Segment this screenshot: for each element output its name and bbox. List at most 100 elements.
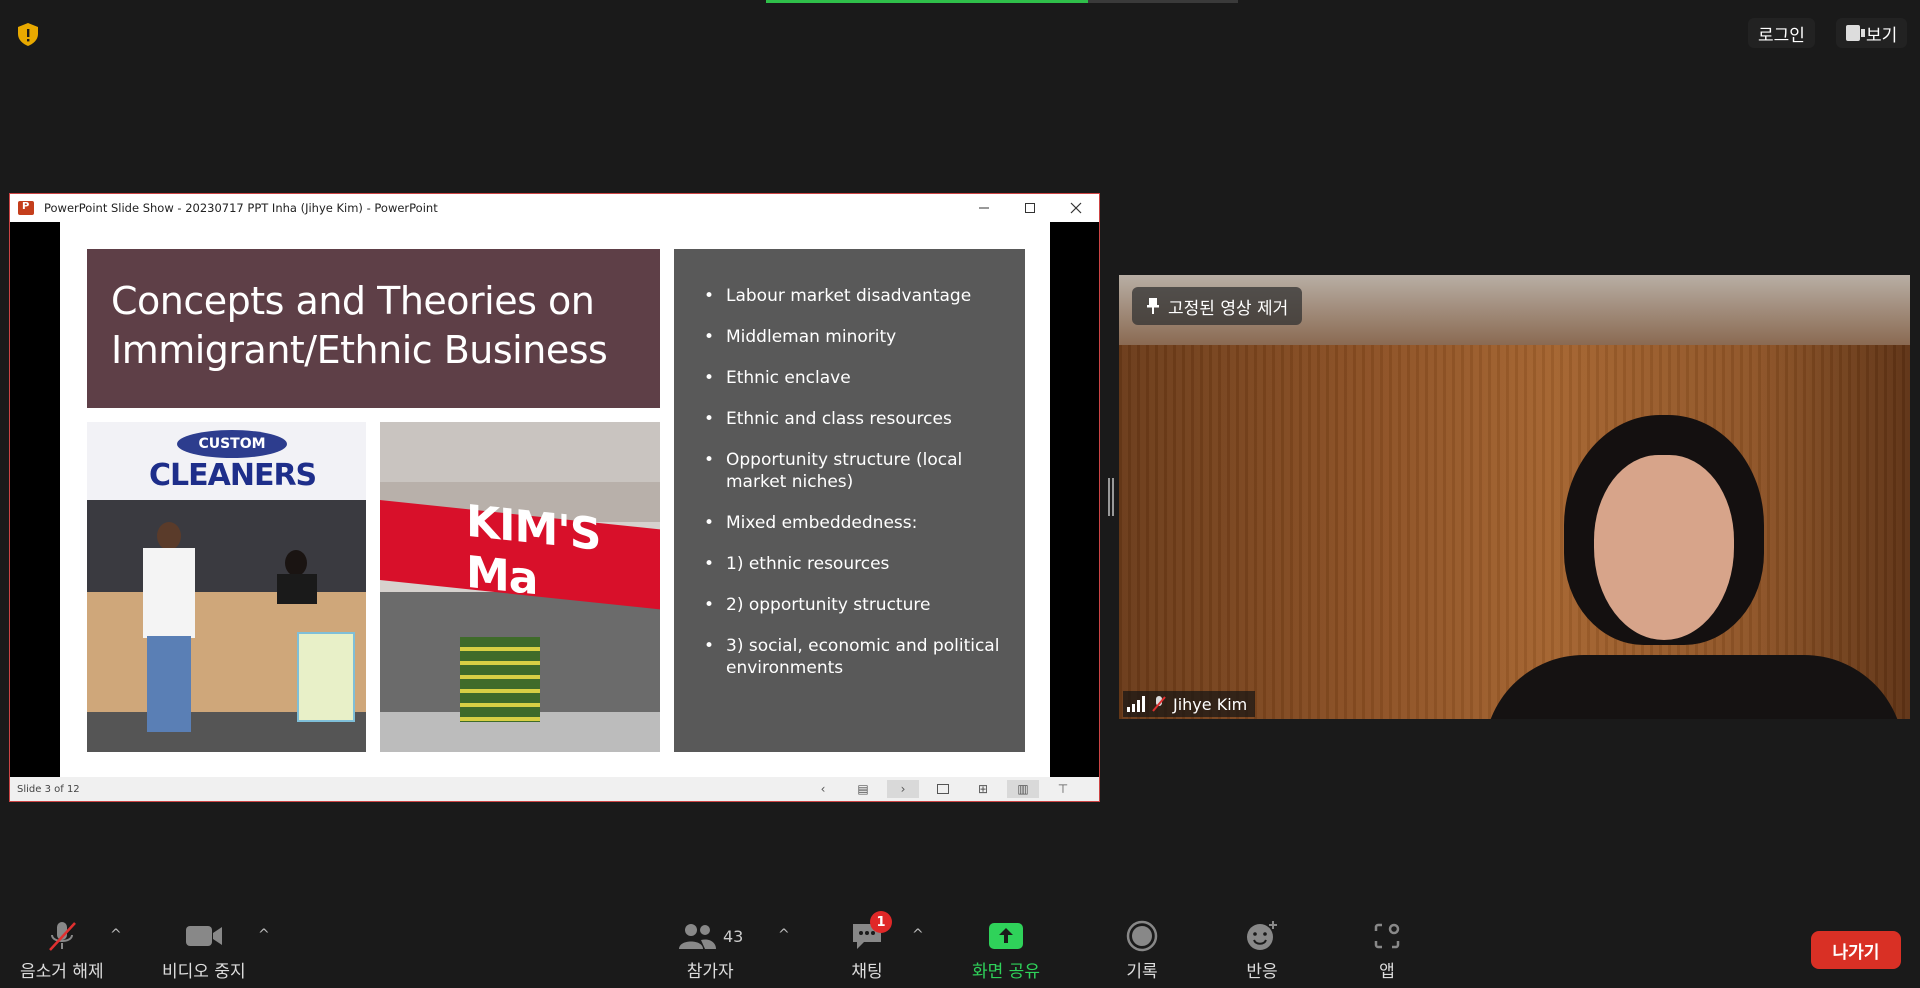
cleaners-brand-text: CLEANERS bbox=[149, 458, 317, 493]
unmute-label: 음소거 해제 bbox=[20, 962, 104, 982]
bullet-item: 2) opportunity structure bbox=[696, 594, 1005, 616]
bullet-item: Middleman minority bbox=[696, 326, 1005, 348]
slide-menu-button[interactable]: ▤ bbox=[847, 780, 879, 798]
market-name-text: KIM'S Ma bbox=[466, 495, 601, 606]
grid-icon: ⊞ bbox=[977, 782, 989, 796]
stop-video-button[interactable]: 비디오 중지 bbox=[162, 915, 246, 982]
chat-label: 채팅 bbox=[851, 962, 883, 982]
counter-poster bbox=[297, 632, 355, 722]
maximize-icon bbox=[1025, 203, 1035, 213]
stop-video-label: 비디오 중지 bbox=[162, 962, 246, 982]
slideshow-nav-controls: ‹ ▤ › ⊞ ▥ ⊤ bbox=[807, 780, 1079, 798]
bullet-item: Mixed embeddedness: bbox=[696, 512, 1005, 534]
participant-video-tile[interactable]: 고정된 영상 제거 Jihye Kim bbox=[1119, 275, 1910, 719]
view-button[interactable]: 보기 bbox=[1836, 18, 1908, 48]
participant-name: Jihye Kim bbox=[1173, 694, 1248, 714]
participant-name-tag: Jihye Kim bbox=[1123, 691, 1256, 717]
unmute-button[interactable]: 음소거 해제 bbox=[20, 915, 104, 982]
maximize-button[interactable] bbox=[1007, 194, 1053, 222]
ppt-status-bar: Slide 3 of 12 ‹ ▤ › ⊞ ▥ ⊤ bbox=[10, 777, 1099, 801]
presenter-icon: ⊤ bbox=[1057, 782, 1069, 796]
ppt-titlebar[interactable]: PowerPoint Slide Show - 20230717 PPT Inh… bbox=[10, 194, 1099, 222]
reading-view-icon: ▥ bbox=[1017, 782, 1029, 796]
reading-view-button[interactable]: ▥ bbox=[1007, 780, 1039, 798]
window-controls bbox=[961, 194, 1099, 222]
apps-label: 앱 bbox=[1379, 962, 1395, 982]
pin-icon bbox=[1147, 298, 1159, 314]
security-shield-icon[interactable] bbox=[14, 20, 42, 48]
chat-button[interactable]: 1 채팅 bbox=[850, 911, 892, 982]
remove-pinned-video-label: 고정된 영상 제거 bbox=[1168, 298, 1289, 319]
reaction-smiley-icon bbox=[1247, 921, 1277, 950]
close-icon bbox=[1070, 202, 1082, 214]
participants-button[interactable]: 43 참가자 bbox=[677, 915, 743, 982]
zoom-meeting-window: 로그인 보기 PowerPoint Slide Show - 20230717 … bbox=[0, 0, 1920, 988]
chat-options-caret-icon[interactable]: ^ bbox=[912, 927, 924, 943]
muted-mic-icon bbox=[1152, 696, 1166, 712]
bullet-item: 1) ethnic resources bbox=[696, 553, 1005, 575]
sharing-indicator-bar bbox=[766, 0, 1088, 3]
next-slide-button[interactable]: › bbox=[887, 780, 919, 798]
apps-button[interactable]: 앱 bbox=[1372, 915, 1402, 982]
slideshow-view-button[interactable]: ⊤ bbox=[1047, 780, 1079, 798]
audio-options-caret-icon[interactable]: ^ bbox=[110, 927, 122, 943]
slide-title: Concepts and Theories on Immigrant/Ethni… bbox=[111, 279, 608, 372]
slide-title-box: Concepts and Theories on Immigrant/Ethni… bbox=[87, 249, 660, 408]
chevron-left-icon: ‹ bbox=[820, 782, 826, 796]
chat-unread-badge: 1 bbox=[870, 911, 892, 933]
leave-label: 나가기 bbox=[1832, 942, 1880, 963]
leave-meeting-button[interactable]: 나가기 bbox=[1811, 931, 1901, 969]
previous-slide-button[interactable]: ‹ bbox=[807, 780, 839, 798]
video-options-caret-icon[interactable]: ^ bbox=[258, 927, 270, 943]
signal-strength-icon bbox=[1127, 696, 1145, 712]
normal-view-button[interactable] bbox=[927, 780, 959, 798]
minimize-icon bbox=[979, 207, 989, 209]
video-camera-icon bbox=[185, 926, 222, 946]
share-screen-icon bbox=[988, 923, 1023, 949]
custom-oval-text: CUSTOM bbox=[177, 430, 287, 458]
powerpoint-logo-icon bbox=[18, 201, 34, 215]
view-layout-icon bbox=[1846, 25, 1865, 41]
participants-options-caret-icon[interactable]: ^ bbox=[778, 927, 790, 943]
participants-icon bbox=[679, 924, 716, 949]
panel-resize-handle[interactable] bbox=[1108, 478, 1114, 516]
normal-view-icon bbox=[937, 784, 949, 794]
reactions-label: 반응 bbox=[1246, 962, 1278, 982]
bullet-item: Opportunity structure (local market nich… bbox=[696, 449, 1005, 493]
notes-icon: ▤ bbox=[857, 782, 869, 796]
owner-figure bbox=[277, 550, 317, 604]
participant-figure bbox=[1484, 415, 1904, 719]
plant-rack bbox=[460, 637, 540, 722]
bullet-list: Labour market disadvantage Middleman min… bbox=[696, 285, 1005, 679]
chevron-right-icon: › bbox=[900, 782, 906, 796]
share-screen-label: 화면 공유 bbox=[972, 962, 1040, 982]
muted-microphone-icon bbox=[48, 922, 76, 951]
share-screen-button[interactable]: 화면 공유 bbox=[972, 915, 1040, 982]
reactions-button[interactable]: 반응 bbox=[1245, 915, 1279, 982]
bullet-item: Ethnic and class resources bbox=[696, 408, 1005, 430]
view-label: 보기 bbox=[1866, 25, 1898, 46]
sharing-indicator-bar-end bbox=[1088, 0, 1238, 3]
kims-market-photo: KIM'S Ma bbox=[380, 422, 660, 752]
customer-figure bbox=[139, 522, 199, 742]
login-button[interactable]: 로그인 bbox=[1748, 18, 1815, 48]
close-button[interactable] bbox=[1053, 194, 1099, 222]
record-label: 기록 bbox=[1126, 962, 1158, 982]
ppt-window-title: PowerPoint Slide Show - 20230717 PPT Inh… bbox=[44, 201, 438, 215]
participants-count: 43 bbox=[723, 926, 744, 946]
slide-canvas[interactable]: Concepts and Theories on Immigrant/Ethni… bbox=[60, 222, 1050, 779]
bullet-item: Labour market disadvantage bbox=[696, 285, 1005, 307]
minimize-button[interactable] bbox=[961, 194, 1007, 222]
bullet-item: 3) social, economic and political enviro… bbox=[696, 635, 1005, 679]
bullet-list-panel: Labour market disadvantage Middleman min… bbox=[674, 249, 1025, 752]
remove-pinned-video-button[interactable]: 고정된 영상 제거 bbox=[1132, 287, 1303, 325]
slide-counter: Slide 3 of 12 bbox=[17, 783, 80, 795]
slide-sorter-button[interactable]: ⊞ bbox=[967, 780, 999, 798]
bullet-item: Ethnic enclave bbox=[696, 367, 1005, 389]
meeting-toolbar: 음소거 해제 ^ 비디오 중지 ^ 43 참가자 ^ 1 채팅 ^ 화면 공유 … bbox=[0, 905, 1920, 988]
record-button[interactable]: 기록 bbox=[1126, 915, 1158, 982]
record-icon bbox=[1126, 920, 1158, 952]
apps-icon bbox=[1374, 923, 1400, 949]
login-label: 로그인 bbox=[1758, 25, 1805, 46]
powerpoint-slideshow-window[interactable]: PowerPoint Slide Show - 20230717 PPT Inh… bbox=[9, 193, 1100, 802]
